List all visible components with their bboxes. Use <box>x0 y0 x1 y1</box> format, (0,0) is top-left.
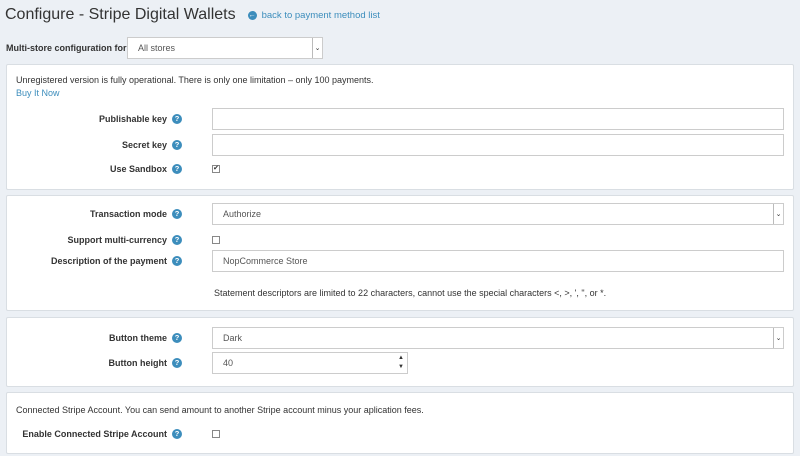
button-theme-label-text: Button theme <box>109 333 167 343</box>
store-select-value: All stores <box>138 43 176 53</box>
transaction-panel: Transaction mode ? Authorize ⌄ Support m… <box>6 195 794 311</box>
use-sandbox-checkbox-wrap: ✔ <box>212 158 220 173</box>
chevron-down-icon: ⌄ <box>312 38 322 58</box>
publishable-key-label: Publishable key ? <box>99 108 182 130</box>
stepper-up-icon[interactable]: ▲ <box>398 354 404 363</box>
multi-currency-checkbox-wrap <box>212 229 220 244</box>
button-height-value: 40 <box>223 358 234 368</box>
question-circle-icon[interactable]: ? <box>172 429 182 439</box>
publishable-key-input[interactable] <box>212 108 784 130</box>
license-keys-panel: Unregistered version is fully operationa… <box>6 64 794 190</box>
secret-key-input[interactable] <box>212 134 784 156</box>
question-circle-icon[interactable]: ? <box>172 358 182 368</box>
button-panel: Button theme ? Dark ⌄ Button height ? 40… <box>6 317 794 387</box>
license-notice-text: Unregistered version is fully operationa… <box>16 75 374 85</box>
question-circle-icon[interactable]: ? <box>172 114 182 124</box>
description-value: NopCommerce Store <box>223 256 308 266</box>
question-circle-icon[interactable]: ? <box>172 235 182 245</box>
button-height-label-text: Button height <box>108 358 167 368</box>
stepper-down-icon[interactable]: ▼ <box>398 363 404 372</box>
description-label-text: Description of the payment <box>50 256 167 266</box>
multi-currency-label: Support multi-currency ? <box>67 229 182 251</box>
chevron-down-icon: ⌄ <box>773 204 783 224</box>
button-theme-value: Dark <box>223 333 243 343</box>
multi-currency-checkbox[interactable] <box>212 236 220 244</box>
stepper-arrows[interactable]: ▲ ▼ <box>395 353 407 373</box>
transaction-mode-row: Transaction mode ? Authorize ⌄ <box>7 203 793 225</box>
back-to-list-link[interactable]: ← back to payment method list <box>247 9 380 21</box>
description-label: Description of the payment ? <box>51 250 182 272</box>
transaction-mode-label-text: Transaction mode <box>89 209 167 219</box>
multi-store-row: Multi-store configuration for All stores… <box>6 37 323 59</box>
button-theme-label: Button theme ? <box>109 327 182 349</box>
page-header: Configure - Stripe Digital Wallets ← bac… <box>5 4 380 26</box>
description-row: Description of the payment ? NopCommerce… <box>7 250 793 272</box>
use-sandbox-label: Use Sandbox ? <box>110 158 182 180</box>
chevron-down-icon: ⌄ <box>773 328 783 348</box>
transaction-mode-value: Authorize <box>223 209 262 219</box>
enable-connected-row: Enable Connected Stripe Account ? <box>7 423 793 445</box>
checkmark-icon: ✔ <box>213 165 219 172</box>
multi-currency-row: Support multi-currency ? <box>7 229 793 251</box>
secret-key-label: Secret key ? <box>122 134 182 156</box>
description-input[interactable]: NopCommerce Store <box>212 250 784 272</box>
enable-connected-label: Enable Connected Stripe Account ? <box>22 423 182 445</box>
publishable-key-row: Publishable key ? <box>7 108 793 130</box>
multi-store-label: Multi-store configuration for <box>6 43 127 53</box>
license-notice: Unregistered version is fully operationa… <box>16 75 374 98</box>
publishable-key-label-text: Publishable key <box>98 114 167 124</box>
back-link-label: back to payment method list <box>261 9 380 21</box>
button-height-label: Button height ? <box>109 352 182 374</box>
page-title: Configure - Stripe Digital Wallets <box>5 6 236 23</box>
use-sandbox-checkbox[interactable]: ✔ <box>212 165 220 173</box>
multi-currency-label-text: Support multi-currency <box>67 235 167 245</box>
store-select[interactable]: All stores ⌄ <box>127 37 323 59</box>
connected-account-notice: Connected Stripe Account. You can send a… <box>16 405 424 415</box>
buy-it-now-link[interactable]: Buy It Now <box>16 88 60 98</box>
question-circle-icon[interactable]: ? <box>172 209 182 219</box>
secret-key-label-text: Secret key <box>121 140 167 150</box>
connected-account-panel: Connected Stripe Account. You can send a… <box>6 392 794 454</box>
question-circle-icon[interactable]: ? <box>172 164 182 174</box>
question-circle-icon[interactable]: ? <box>172 256 182 266</box>
arrow-left-circle-icon: ← <box>247 10 257 20</box>
question-circle-icon[interactable]: ? <box>172 333 182 343</box>
use-sandbox-label-text: Use Sandbox <box>109 164 167 174</box>
enable-connected-label-text: Enable Connected Stripe Account <box>22 429 167 439</box>
secret-key-row: Secret key ? <box>7 134 793 156</box>
use-sandbox-row: Use Sandbox ? ✔ <box>7 158 793 180</box>
question-circle-icon[interactable]: ? <box>172 140 182 150</box>
enable-connected-checkbox-wrap <box>212 423 220 438</box>
button-theme-select[interactable]: Dark ⌄ <box>212 327 784 349</box>
enable-connected-checkbox[interactable] <box>212 430 220 438</box>
transaction-mode-label: Transaction mode ? <box>90 203 182 225</box>
button-height-row: Button height ? 40 ▲ ▼ <box>7 352 793 374</box>
transaction-mode-select[interactable]: Authorize ⌄ <box>212 203 784 225</box>
descriptor-hint: Statement descriptors are limited to 22 … <box>214 288 607 298</box>
button-theme-row: Button theme ? Dark ⌄ <box>7 327 793 349</box>
button-height-stepper[interactable]: 40 ▲ ▼ <box>212 352 408 374</box>
